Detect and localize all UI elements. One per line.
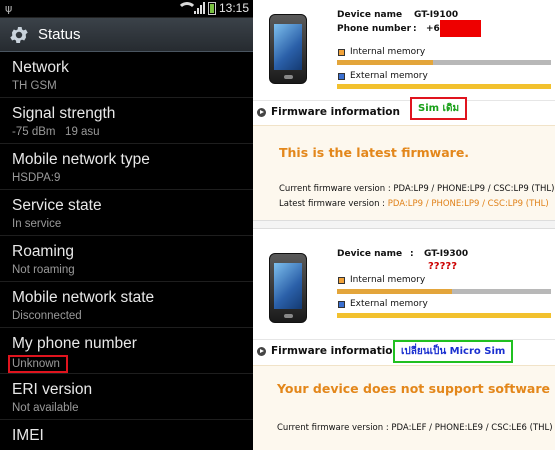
item-value: Not roaming bbox=[12, 264, 75, 276]
internal-memory-bar bbox=[337, 289, 452, 294]
arrow-icon bbox=[257, 108, 266, 117]
current-firmware-value: PDA:LP9 / PHONE:LP9 / CSC:LP9 (THL) bbox=[393, 184, 555, 194]
phone-image bbox=[269, 253, 307, 323]
current-firmware-label: Current firmware version : bbox=[277, 423, 392, 433]
current-firmware-line: Current firmware version : PDA:LEF / PHO… bbox=[277, 423, 553, 433]
current-firmware-label: Current firmware version : bbox=[279, 184, 394, 194]
item-value: In service bbox=[12, 218, 62, 230]
external-memory-bar bbox=[337, 313, 551, 318]
screen-title: Status bbox=[38, 26, 81, 43]
item-title: ERI version bbox=[12, 381, 93, 398]
colon: : bbox=[410, 249, 414, 259]
arrow-icon bbox=[257, 347, 266, 356]
micro-sim-annotation: เปลี่ยนเป็น Micro Sim bbox=[393, 340, 514, 363]
status-item-service-state[interactable]: Service state In service bbox=[0, 190, 253, 236]
firmware-info-label: Firmware information bbox=[271, 345, 400, 357]
device-name-label: Device name bbox=[337, 249, 403, 259]
phone-image bbox=[269, 14, 307, 84]
firmware-info-label: Firmware information bbox=[271, 106, 400, 118]
item-value: Disconnected bbox=[12, 310, 82, 322]
item-title: Mobile network type bbox=[12, 151, 150, 168]
status-item-network[interactable]: Network TH GSM bbox=[0, 52, 253, 98]
internal-memory-label: Internal memory bbox=[350, 47, 426, 57]
memory-icon bbox=[338, 301, 345, 308]
status-item-imei[interactable]: IMEI bbox=[0, 420, 253, 450]
gear-icon[interactable] bbox=[8, 24, 30, 46]
kies-panel-bottom: Device name : GT-I9300 ????? Internal me… bbox=[253, 229, 555, 450]
item-title: Service state bbox=[12, 197, 102, 214]
item-title: Signal strength bbox=[12, 105, 116, 122]
internal-memory-bar bbox=[337, 60, 433, 65]
sim-annotation: Sim เดิม bbox=[410, 97, 468, 120]
item-value: HSDPA:9 bbox=[12, 172, 61, 184]
item-title: My phone number bbox=[12, 335, 137, 352]
item-value: -75 dBm 19 asu bbox=[12, 126, 100, 138]
battery-icon bbox=[207, 1, 216, 15]
internal-memory-free-bar bbox=[452, 289, 551, 294]
external-memory-bar bbox=[337, 84, 551, 89]
action-bar: Status bbox=[0, 18, 253, 52]
item-title: IMEI bbox=[12, 427, 44, 444]
external-memory-label: External memory bbox=[350, 71, 428, 81]
item-title: Network bbox=[12, 59, 69, 76]
device-name-label: Device name bbox=[337, 10, 403, 20]
question-marks: ????? bbox=[428, 261, 458, 272]
wifi-icon bbox=[176, 2, 197, 14]
panel-divider bbox=[253, 220, 555, 229]
memory-icon bbox=[338, 73, 345, 80]
status-item-my-phone-number[interactable]: My phone number Unknown bbox=[0, 328, 253, 374]
latest-firmware-value: PDA:LP9 / PHONE:LP9 / CSC:LP9 (THL) bbox=[387, 199, 549, 209]
latest-firmware-line: Latest firmware version : PDA:LP9 / PHON… bbox=[279, 199, 549, 209]
android-status-screen: ψ 13:15 Status Network TH GSM Signal str… bbox=[0, 0, 253, 450]
redacted-block bbox=[440, 20, 481, 37]
memory-icon bbox=[338, 49, 345, 56]
kies-screens: Device name GT-I9100 Phone number : +66 … bbox=[253, 0, 555, 450]
item-title: Roaming bbox=[12, 243, 75, 260]
status-bar: ψ 13:15 bbox=[0, 0, 253, 18]
item-title: Mobile network state bbox=[12, 289, 155, 306]
firmware-status-message: This is the latest firmware. bbox=[279, 145, 470, 160]
latest-firmware-label: Latest firmware version : bbox=[279, 199, 388, 209]
device-name-value: GT-I9100 bbox=[414, 10, 459, 20]
internal-memory-label: Internal memory bbox=[350, 275, 426, 285]
memory-icon bbox=[338, 277, 345, 284]
device-name-value: GT-I9300 bbox=[424, 249, 469, 259]
item-value: Not available bbox=[12, 402, 79, 414]
current-firmware-line: Current firmware version : PDA:LP9 / PHO… bbox=[279, 184, 554, 194]
status-item-eri-version[interactable]: ERI version Not available bbox=[0, 374, 253, 420]
item-value: TH GSM bbox=[12, 80, 57, 92]
current-firmware-value: PDA:LEF / PHONE:LE9 / CSC:LE6 (THL) bbox=[391, 423, 553, 433]
external-memory-label: External memory bbox=[350, 299, 428, 309]
status-item-mobile-network-type[interactable]: Mobile network type HSDPA:9 bbox=[0, 144, 253, 190]
status-item-mobile-network-state[interactable]: Mobile network state Disconnected bbox=[0, 282, 253, 328]
status-item-roaming[interactable]: Roaming Not roaming bbox=[0, 236, 253, 282]
colon: : bbox=[413, 24, 417, 34]
phone-number-highlight: Unknown bbox=[8, 355, 68, 373]
status-time: 13:15 bbox=[218, 1, 249, 15]
usb-icon: ψ bbox=[5, 2, 13, 15]
firmware-status-area bbox=[253, 365, 555, 450]
internal-memory-free-bar bbox=[433, 60, 551, 65]
kies-panel-top: Device name GT-I9100 Phone number : +66 … bbox=[253, 0, 555, 220]
status-item-signal-strength[interactable]: Signal strength -75 dBm 19 asu bbox=[0, 98, 253, 144]
firmware-status-message: Your device does not support software up… bbox=[277, 381, 555, 396]
phone-number-label: Phone number bbox=[337, 24, 412, 34]
firmware-info-row[interactable]: Firmware information bbox=[253, 100, 555, 124]
